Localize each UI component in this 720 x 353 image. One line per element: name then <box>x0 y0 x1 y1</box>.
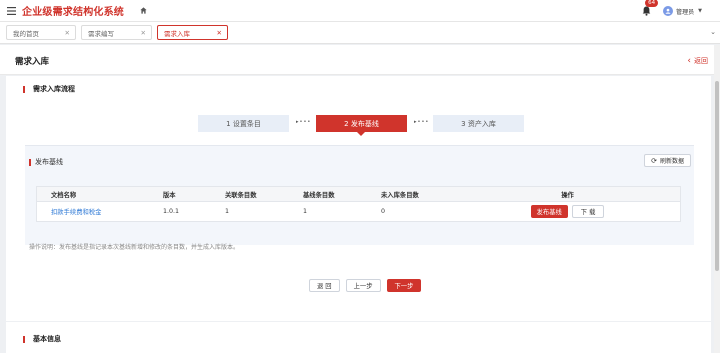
page-title-bar: 需求入库 ‹ 返回 <box>0 45 714 75</box>
publish-baseline-panel: 发布基线 ⟳ 刷新数据 文档名称 版本 关联条目数 基线条目数 未入库条目数 操… <box>25 145 694 245</box>
column-header: 版本 <box>163 191 176 199</box>
version-cell: 1.0.1 <box>163 208 180 215</box>
publish-baseline-button[interactable]: 发布基线 <box>530 205 568 218</box>
basic-info-title: 基本信息 <box>33 335 61 343</box>
flow-section-header: 需求入库流程 <box>23 84 75 94</box>
close-icon[interactable]: ✕ <box>141 29 146 37</box>
app-title: 企业级需求结构化系统 <box>22 7 124 18</box>
step-label: 1 设置条目 <box>226 119 261 128</box>
step-asset-storage[interactable]: 3 资产入库 <box>433 115 524 132</box>
arrow-separator-icon: ▸••• <box>296 119 312 125</box>
download-button[interactable]: 下 载 <box>571 205 605 218</box>
basic-info-section-header: 基本信息 <box>23 334 61 344</box>
tab-home[interactable]: 我的首页 ✕ <box>6 25 76 40</box>
column-header: 关联条目数 <box>225 191 257 199</box>
back-label: 返回 <box>694 57 708 65</box>
refresh-label: 刷新数据 <box>659 158 684 165</box>
arrow-separator-icon: ▸••• <box>414 119 430 125</box>
operation-note: 操作说明：发布基线是指记录本次基线新增和修改的条目数，并生成入库版本。 <box>29 244 240 251</box>
notification-count-badge: 64 <box>645 0 659 7</box>
tab-label: 我的首页 <box>13 29 39 38</box>
flow-section-title: 需求入库流程 <box>33 85 75 93</box>
notification-bell-icon[interactable]: 64 <box>639 0 659 18</box>
table-row: 扣款手续费和税金 1.0.1 1 1 0 发布基线 下 载 <box>37 202 680 221</box>
column-header: 文档名称 <box>51 191 77 199</box>
divider <box>6 321 711 322</box>
tab-requirement-writing[interactable]: 需求编写 ✕ <box>81 25 152 40</box>
step-label: 3 资产入库 <box>461 119 496 128</box>
home-icon[interactable] <box>140 7 147 14</box>
operations-cell: 发布基线 下 载 <box>455 205 680 218</box>
close-icon[interactable]: ✕ <box>65 29 70 37</box>
refresh-icon: ⟳ <box>651 156 657 165</box>
panel-title: 发布基线 <box>35 158 63 166</box>
tab-label: 需求编写 <box>88 29 114 38</box>
linked-count-cell: 1 <box>225 208 230 215</box>
close-icon[interactable]: ✕ <box>217 29 222 37</box>
section-marker <box>23 335 25 343</box>
scrollbar-thumb[interactable] <box>715 81 719 271</box>
step-setup-items[interactable]: 1 设置条目 <box>198 115 289 132</box>
step-label: 2 发布基线 <box>344 119 379 128</box>
footer-actions: 退 回 上一步 下一步 <box>309 279 427 292</box>
chevron-left-icon: ‹ <box>687 55 691 66</box>
refresh-data-button[interactable]: ⟳ 刷新数据 <box>644 154 691 167</box>
step-publish-baseline[interactable]: 2 发布基线 <box>316 115 407 136</box>
baseline-count-cell: 1 <box>303 208 308 215</box>
page-title: 需求入库 <box>15 57 50 67</box>
document-name-link[interactable]: 扣款手续费和税金 <box>51 209 101 216</box>
chevron-down-icon[interactable]: ⌄ <box>710 28 716 36</box>
back-button[interactable]: ‹ 返回 <box>687 56 708 66</box>
panel-header: 发布基线 <box>29 157 63 167</box>
column-header: 未入库条目数 <box>381 191 419 199</box>
user-name[interactable]: 管理员 <box>676 7 694 16</box>
main-content: 需求入库流程 1 设置条目 ▸••• 2 发布基线 ▸••• 3 资产入库 发布… <box>6 76 711 353</box>
column-header: 基线条目数 <box>303 191 335 199</box>
top-header: 企业级需求结构化系统 64 管理员 ▼ <box>0 0 720 22</box>
user-avatar[interactable] <box>663 6 674 16</box>
table-header: 文档名称 版本 关联条目数 基线条目数 未入库条目数 操作 <box>37 187 680 202</box>
return-button[interactable]: 退 回 <box>309 279 340 292</box>
not-stored-count-cell: 0 <box>381 208 386 215</box>
tab-label: 需求入库 <box>164 29 190 38</box>
previous-step-button[interactable]: 上一步 <box>345 279 381 292</box>
column-header: 操作 <box>561 191 574 199</box>
section-marker <box>23 85 25 93</box>
hamburger-menu-icon[interactable] <box>2 0 20 22</box>
next-step-button[interactable]: 下一步 <box>386 279 422 292</box>
section-marker <box>29 158 31 166</box>
baseline-table: 文档名称 版本 关联条目数 基线条目数 未入库条目数 操作 扣款手续费和税金 1… <box>36 186 681 222</box>
tab-bar: 我的首页 ✕ 需求编写 ✕ 需求入库 ✕ ⌄ <box>0 22 720 44</box>
current-step-pointer <box>357 132 365 136</box>
caret-down-icon[interactable]: ▼ <box>698 8 702 14</box>
tab-requirement-storage[interactable]: 需求入库 ✕ <box>157 25 228 40</box>
